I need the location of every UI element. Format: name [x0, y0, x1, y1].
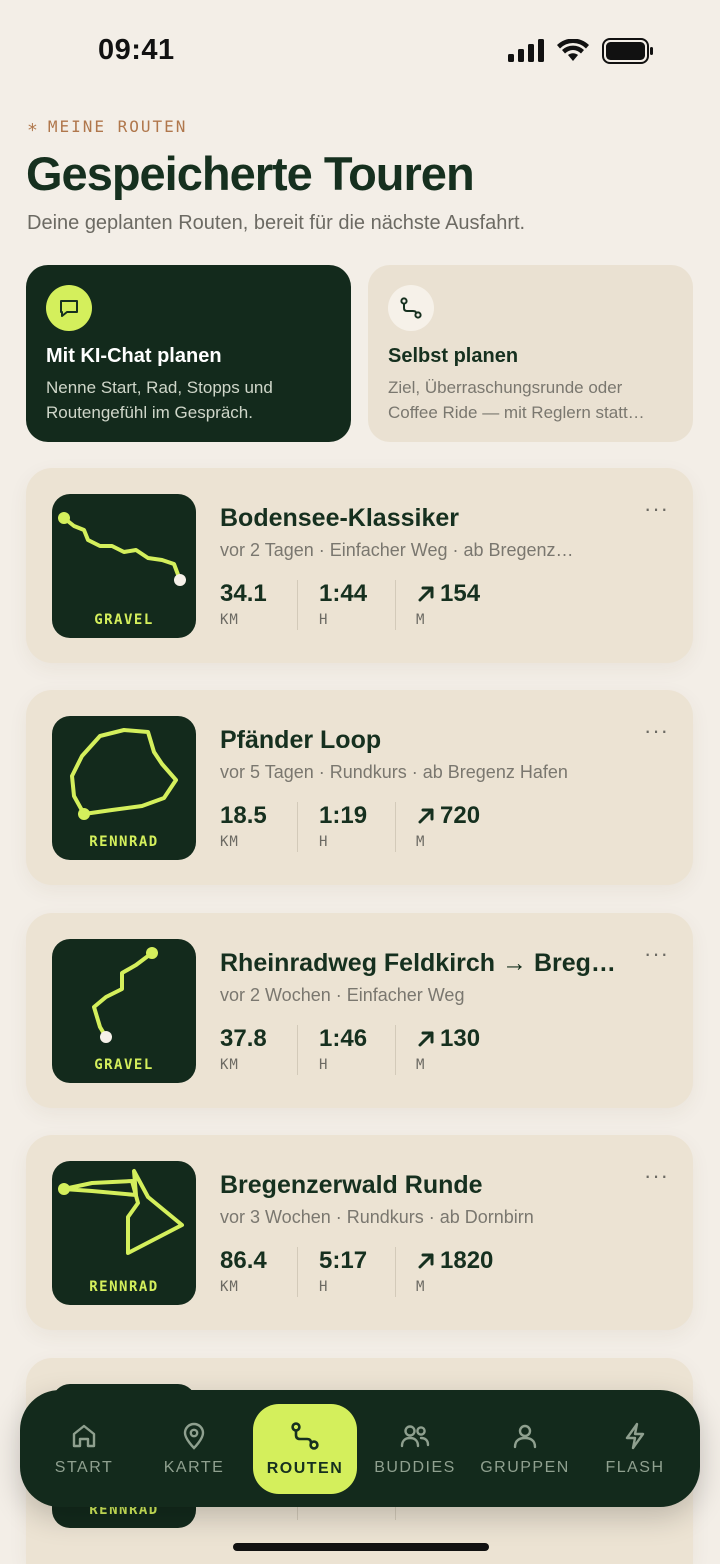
status-bar: 09:41	[0, 0, 720, 100]
signal-icon	[508, 39, 544, 62]
self-plan-description: Ziel, Überraschungsrunde oder Coffee Rid…	[388, 378, 645, 422]
map-pin-icon	[183, 1422, 205, 1450]
route-name: Bregenzerwald Runde	[220, 1171, 483, 1199]
route-card[interactable]: GRAVEL Rheinradweg Feldkirch → Breg… vor…	[26, 913, 693, 1108]
route-thumbnail: GRAVEL	[52, 939, 196, 1083]
ki-chat-description: Nenne Start, Rad, Stopps und Routengefüh…	[46, 378, 273, 422]
battery-icon	[602, 38, 653, 64]
route-stats: 18.5 KM 1:19 H 720 M	[220, 802, 480, 852]
bike-type-label: GRAVEL	[94, 1057, 154, 1073]
home-icon	[72, 1424, 96, 1448]
self-plan-card[interactable]: Selbst planen Ziel, Überraschungsrunde o…	[368, 265, 693, 442]
duration-stat: 5:17 H	[297, 1247, 395, 1297]
bike-type-label: GRAVEL	[94, 612, 154, 628]
distance-stat: 37.8 KM	[220, 1025, 267, 1073]
tab-gruppen[interactable]: GRUPPEN	[473, 1404, 577, 1494]
route-card[interactable]: GRAVEL Bodensee-Klassiker vor 2 Tagen · …	[26, 468, 693, 663]
route-stats: 86.4 KM 5:17 H 1820 M	[220, 1247, 493, 1297]
chat-icon	[46, 285, 92, 331]
route-thumbnail: GRAVEL	[52, 494, 196, 638]
elevation-stat: 1820 M	[395, 1247, 493, 1297]
distance-stat: 34.1 KM	[220, 580, 267, 628]
duration-stat: 1:44 H	[297, 580, 395, 630]
more-options-button[interactable]: ···	[644, 943, 669, 965]
arrow-up-right-icon	[418, 1031, 434, 1047]
tab-buddies[interactable]: BUDDIES	[363, 1404, 467, 1494]
route-card[interactable]: RENNRAD Bregenzerwald Runde vor 3 Wochen…	[26, 1135, 693, 1330]
route-thumbnail: RENNRAD	[52, 716, 196, 860]
tab-flash[interactable]: FLASH	[583, 1404, 687, 1494]
elevation-stat: 720 M	[395, 802, 480, 852]
more-options-button[interactable]: ···	[644, 498, 669, 520]
wifi-icon	[557, 39, 589, 61]
route-meta: vor 2 Tagen · Einfacher Weg · ab Bregenz…	[220, 540, 574, 560]
home-indicator	[233, 1543, 489, 1551]
route-card[interactable]: RENNRAD Pfänder Loop vor 5 Tagen · Rundk…	[26, 690, 693, 885]
status-icons	[508, 38, 654, 64]
route-stats: 34.1 KM 1:44 H 154 M	[220, 580, 480, 630]
elevation-stat: 154 M	[395, 580, 480, 630]
more-options-button[interactable]: ···	[644, 720, 669, 742]
tab-start[interactable]: START	[32, 1404, 136, 1494]
tab-routen[interactable]: ROUTEN	[253, 1404, 357, 1494]
ki-chat-plan-card[interactable]: Mit KI-Chat planen Nenne Start, Rad, Sto…	[26, 265, 351, 442]
route-meta: vor 2 Wochen · Einfacher Weg	[220, 985, 465, 1005]
duration-stat: 1:46 H	[297, 1025, 395, 1075]
bike-type-label: RENNRAD	[89, 1279, 159, 1295]
route-name: Rheinradweg Feldkirch → Breg…	[220, 949, 616, 977]
ki-chat-title: Mit KI-Chat planen	[46, 345, 222, 367]
distance-stat: 18.5 KM	[220, 802, 267, 850]
more-options-button[interactable]: ···	[644, 1165, 669, 1187]
asterisk-icon: *	[27, 120, 40, 141]
elevation-stat: 130 M	[395, 1025, 480, 1075]
page-subtitle: Deine geplanten Routen, bereit für die n…	[27, 212, 526, 234]
bike-type-label: RENNRAD	[89, 834, 159, 850]
page-title: Gespeicherte Touren	[26, 147, 475, 200]
buddies-icon	[400, 1425, 430, 1448]
route-thumbnail: RENNRAD	[52, 1161, 196, 1305]
route-icon	[291, 1422, 319, 1450]
route-name: Bodensee-Klassiker	[220, 504, 460, 532]
route-name: Pfänder Loop	[220, 726, 382, 754]
person-icon	[513, 1424, 537, 1449]
route-icon	[388, 285, 434, 331]
distance-stat: 86.4 KM	[220, 1247, 267, 1295]
lightning-icon	[625, 1422, 645, 1450]
route-meta: vor 3 Wochen · Rundkurs · ab Dornbirn	[220, 1207, 534, 1227]
route-stats: 37.8 KM 1:46 H 130 M	[220, 1025, 480, 1075]
duration-stat: 1:19 H	[297, 802, 395, 852]
bottom-tab-bar: START KARTE ROUTEN BUDDIES GRUPPEN FLASH	[20, 1390, 700, 1507]
route-meta: vor 5 Tagen · Rundkurs · ab Bregenz Hafe…	[220, 762, 568, 782]
arrow-up-right-icon	[418, 1253, 434, 1269]
eyebrow-label: MEINE ROUTEN	[47, 117, 188, 136]
arrow-up-right-icon	[418, 586, 434, 602]
status-time: 09:41	[98, 34, 175, 66]
tab-karte[interactable]: KARTE	[142, 1404, 246, 1494]
self-plan-title: Selbst planen	[388, 345, 519, 367]
arrow-up-right-icon	[418, 808, 434, 824]
section-eyebrow: * MEINE ROUTEN	[27, 116, 188, 141]
